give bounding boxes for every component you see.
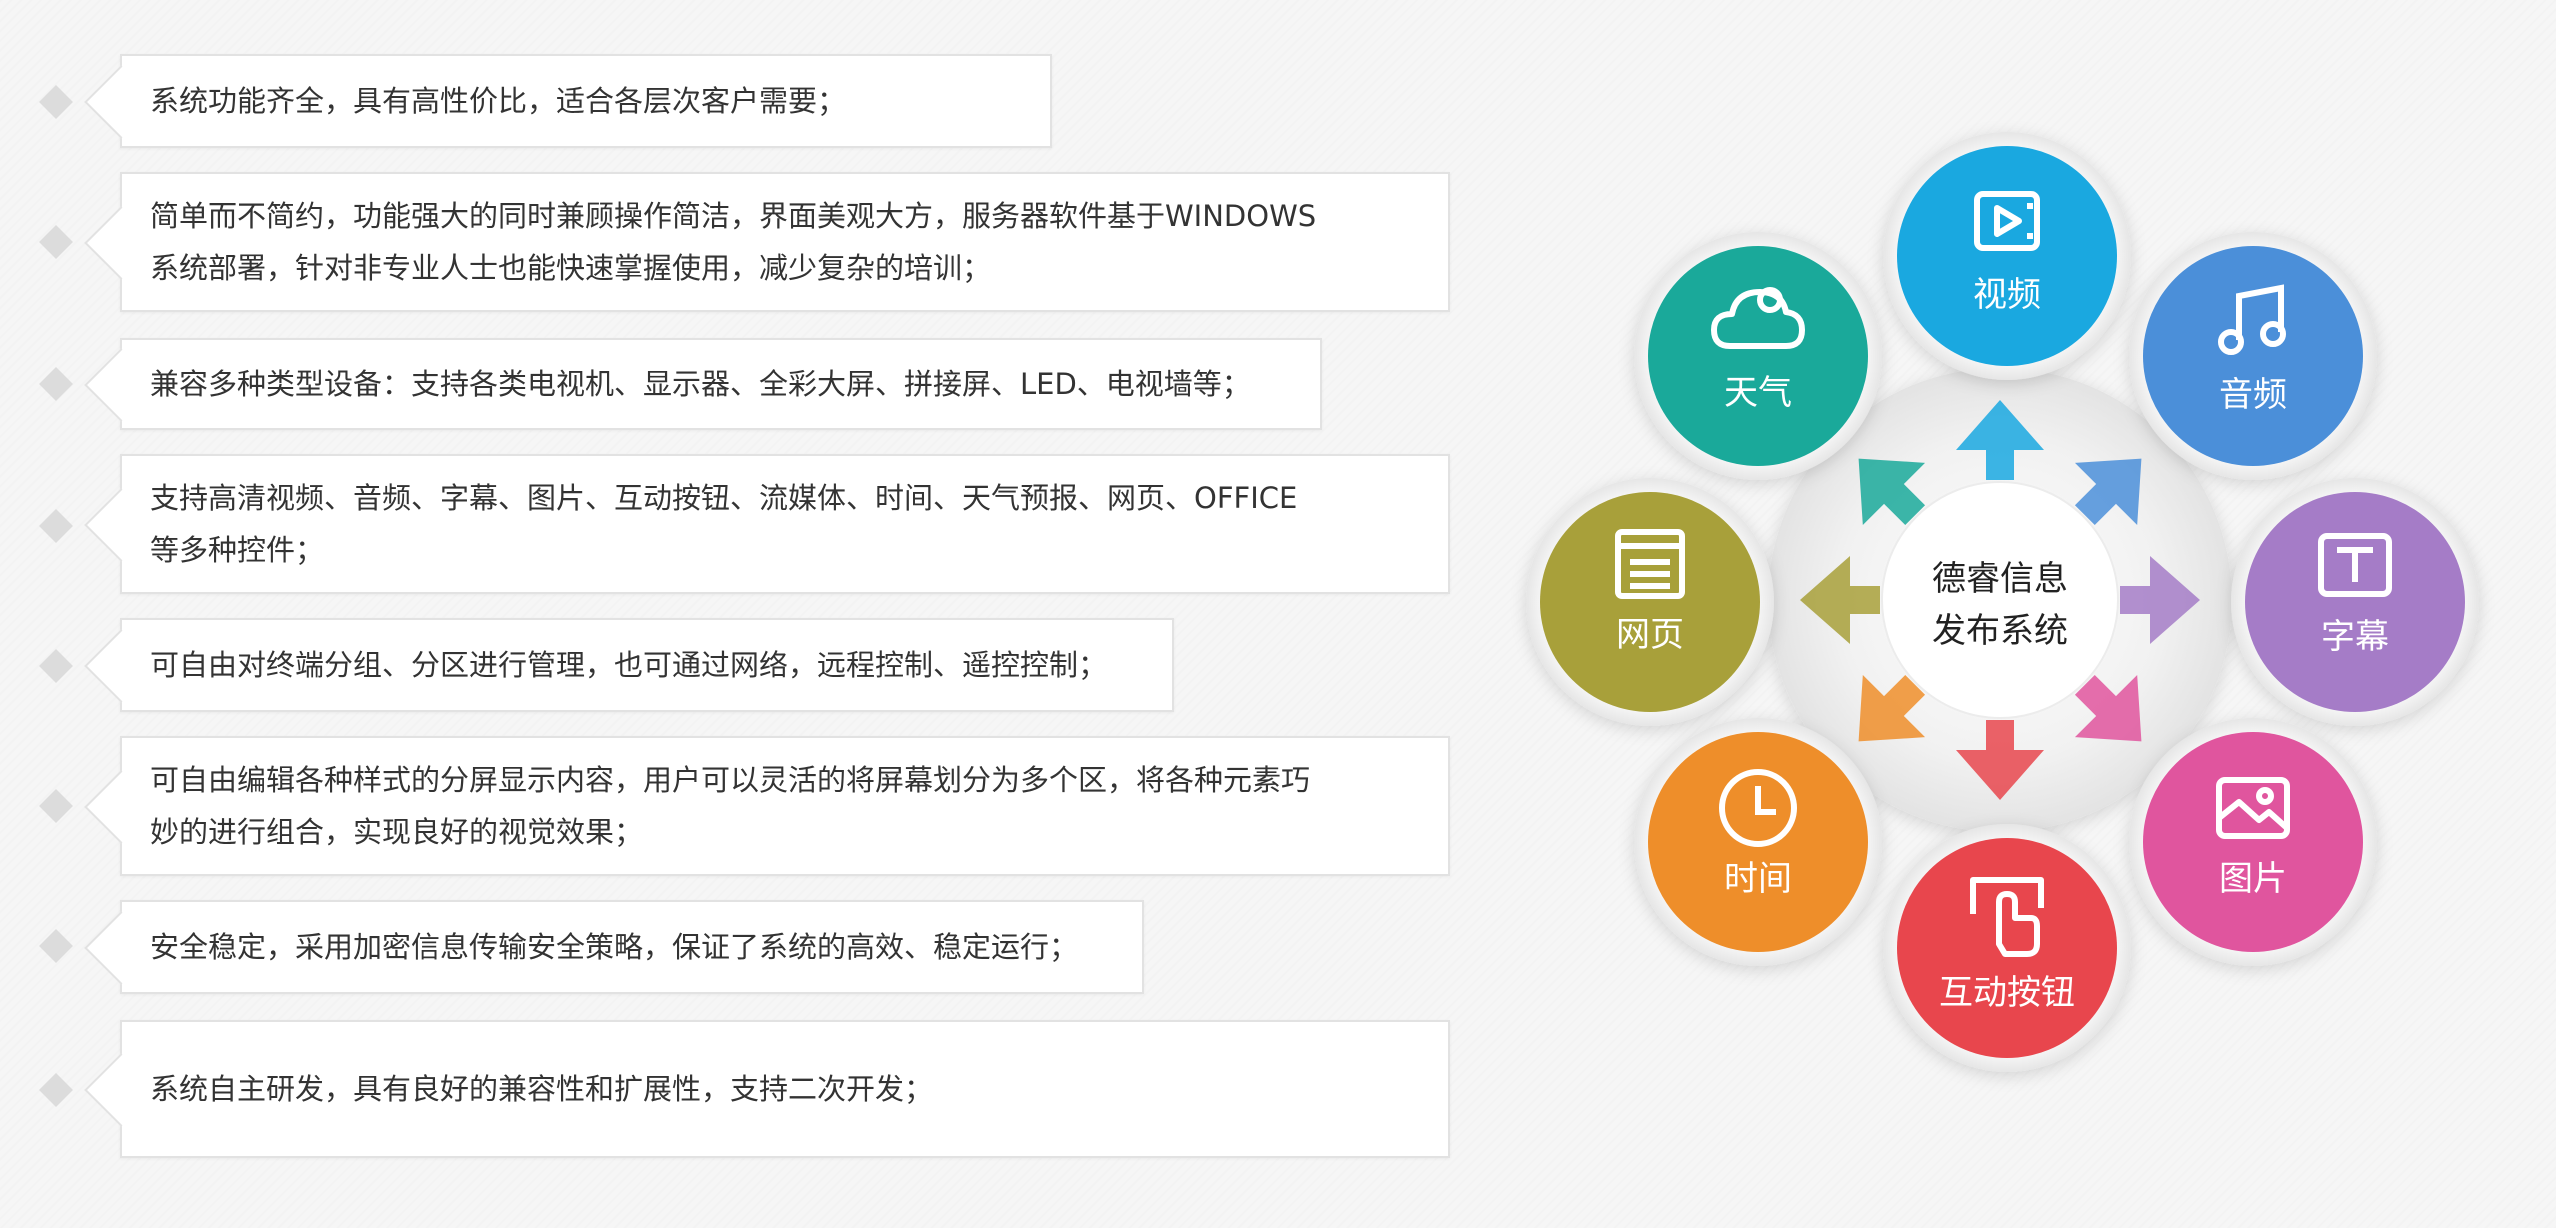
node-audio[interactable]: 音频	[2129, 232, 2377, 480]
node-weather[interactable]: 天气	[1634, 232, 1882, 480]
node-video[interactable]: 视频	[1883, 132, 2131, 380]
diamond-bullet-icon	[39, 509, 73, 543]
feature-box: 系统功能齐全，具有高性价比，适合各层次客户需要；	[120, 54, 1052, 148]
feature-box: 可自由对终端分组、分区进行管理，也可通过网络，远程控制、遥控控制；	[120, 618, 1174, 712]
feature-box: 支持高清视频、音频、字幕、图片、互动按钮、流媒体、时间、天气预报、网页、OFFI…	[120, 454, 1450, 594]
node-label: 图片	[2219, 859, 2287, 899]
hub-title-line1: 德睿信息	[1932, 559, 2068, 599]
feature-box: 安全稳定，采用加密信息传输安全策略，保证了系统的高效、稳定运行；	[120, 900, 1144, 994]
diamond-bullet-icon	[39, 1073, 73, 1107]
feature-box: 兼容多种类型设备：支持各类电视机、显示器、全彩大屏、拼接屏、LED、电视墙等；	[120, 338, 1322, 430]
diamond-bullet-icon	[39, 649, 73, 683]
diamond-bullet-icon	[39, 225, 73, 259]
node-interactive-button[interactable]: 互动按钮	[1883, 824, 2131, 1072]
feature-text: 可自由对终端分组、分区进行管理，也可通过网络，远程控制、遥控控制；	[150, 648, 1108, 682]
node-label: 网页	[1616, 615, 1684, 655]
feature-text: 可自由编辑各种样式的分屏显示内容，用户可以灵活的将屏幕划分为多个区，将各种元素巧…	[150, 763, 1311, 849]
diamond-bullet-icon	[39, 85, 73, 119]
feature-text: 简单而不简约，功能强大的同时兼顾操作简洁，界面美观大方，服务器软件基于WINDO…	[150, 199, 1317, 285]
feature-text: 安全稳定，采用加密信息传输安全策略，保证了系统的高效、稳定运行；	[150, 930, 1079, 964]
diamond-bullet-icon	[39, 367, 73, 401]
feature-text: 系统自主研发，具有良好的兼容性和扩展性，支持二次开发；	[150, 1072, 934, 1106]
diamond-bullet-icon	[39, 929, 73, 963]
node-image[interactable]: 图片	[2129, 718, 2377, 966]
feature-text: 支持高清视频、音频、字幕、图片、互动按钮、流媒体、时间、天气预报、网页、OFFI…	[150, 481, 1298, 567]
system-diagram: 德睿信息 发布系统 视频 音频 字幕 图片 互动按钮 时间 网页 天气	[1526, 132, 2479, 1072]
node-subtitle[interactable]: 字幕	[2231, 478, 2479, 726]
node-label: 字幕	[2321, 617, 2389, 657]
node-label: 时间	[1724, 859, 1792, 899]
node-label: 天气	[1724, 373, 1792, 413]
hub-title-line2: 发布系统	[1932, 611, 2068, 651]
diamond-bullet-icon	[39, 789, 73, 823]
node-label: 音频	[2219, 375, 2287, 415]
node-label: 视频	[1973, 275, 2041, 315]
feature-box: 简单而不简约，功能强大的同时兼顾操作简洁，界面美观大方，服务器软件基于WINDO…	[120, 172, 1450, 312]
node-label: 互动按钮	[1939, 973, 2075, 1013]
feature-box: 可自由编辑各种样式的分屏显示内容，用户可以灵活的将屏幕划分为多个区，将各种元素巧…	[120, 736, 1450, 876]
feature-text: 系统功能齐全，具有高性价比，适合各层次客户需要；	[150, 84, 847, 118]
feature-text: 兼容多种类型设备：支持各类电视机、显示器、全彩大屏、拼接屏、LED、电视墙等；	[150, 367, 1251, 401]
hub-inner-circle	[1881, 481, 2119, 719]
feature-box: 系统自主研发，具有良好的兼容性和扩展性，支持二次开发；	[120, 1020, 1450, 1158]
node-time[interactable]: 时间	[1634, 718, 1882, 966]
node-webpage[interactable]: 网页	[1526, 478, 1774, 726]
